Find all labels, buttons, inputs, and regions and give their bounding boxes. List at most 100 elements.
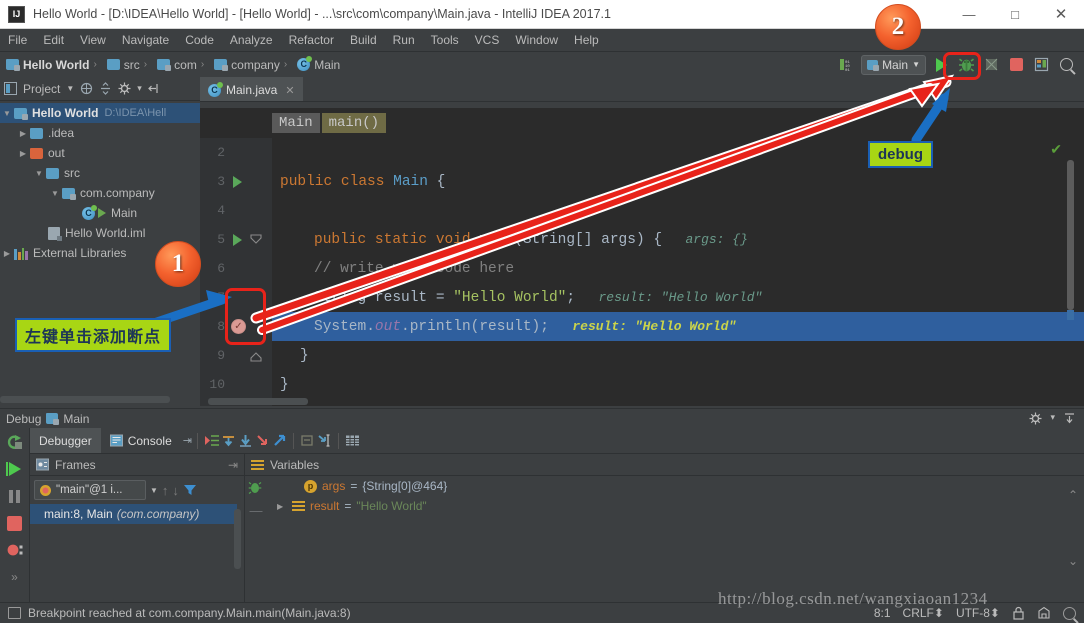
code-line[interactable]: } bbox=[272, 341, 1084, 370]
close-icon[interactable]: ✕ bbox=[285, 84, 294, 97]
menu-item-edit[interactable]: Edit bbox=[35, 31, 72, 49]
menu-item-tools[interactable]: Tools bbox=[423, 31, 467, 49]
editor-vertical-scrollbar[interactable] bbox=[1067, 160, 1074, 310]
run-configuration-selector[interactable]: Main ▼ bbox=[861, 54, 926, 75]
project-tree[interactable]: ▼ Hello World D:\IDEA\Hell ▶ .idea ▶ out… bbox=[0, 101, 200, 401]
tree-collapse-arrow[interactable]: ▼ bbox=[32, 169, 46, 178]
pause-program-button[interactable] bbox=[5, 486, 25, 506]
editor-tab-main-java[interactable]: C Main.java ✕ bbox=[200, 77, 303, 101]
gutter-line[interactable]: 9 bbox=[200, 341, 272, 370]
move-up-icon[interactable]: ↑ bbox=[162, 483, 169, 498]
resume-program-button[interactable] bbox=[5, 459, 25, 479]
breakpoint-icon[interactable]: ✓ bbox=[231, 319, 246, 334]
run-with-coverage-button[interactable] bbox=[981, 55, 1001, 75]
menu-item-help[interactable]: Help bbox=[566, 31, 607, 49]
code-editor[interactable]: 2 3 4 5 6 7 8 ✓ 9 10 11 bbox=[200, 138, 1084, 406]
gutter-line[interactable]: 3 bbox=[200, 167, 272, 196]
tree-expand-arrow[interactable]: ▶ bbox=[16, 129, 30, 138]
variable-row[interactable]: ▶ result = "Hello World" bbox=[267, 496, 1084, 516]
scroll-down-icon[interactable]: ⌄ bbox=[1068, 554, 1078, 568]
step-over-button[interactable] bbox=[220, 433, 237, 448]
gutter-line[interactable]: 5 bbox=[200, 225, 272, 254]
gutter-line[interactable]: 2 bbox=[200, 138, 272, 167]
show-execution-point-button[interactable] bbox=[203, 433, 220, 448]
tree-expand-arrow[interactable]: ▶ bbox=[0, 249, 14, 258]
frame-list-item[interactable]: main:8, Main (com.company) bbox=[30, 504, 237, 524]
breadcrumb-item-src[interactable]: src bbox=[106, 58, 140, 72]
hector-icon[interactable] bbox=[1037, 606, 1051, 620]
step-out-button[interactable] bbox=[271, 433, 288, 448]
hide-panel-icon[interactable] bbox=[1063, 412, 1076, 425]
code-line[interactable]: public static void main (String[] args) … bbox=[272, 225, 1084, 254]
run-to-cursor-button[interactable] bbox=[316, 433, 333, 448]
gutter-line-breakpoint[interactable]: 8 ✓ bbox=[200, 312, 272, 341]
settings-layout-button[interactable] bbox=[1031, 55, 1051, 75]
scroll-up-icon[interactable]: ⌃ bbox=[1068, 488, 1078, 502]
editor-breadcrumb-method[interactable]: main() bbox=[321, 113, 387, 133]
menu-item-refactor[interactable]: Refactor bbox=[281, 31, 342, 49]
tree-expand-arrow[interactable]: ▼ bbox=[0, 109, 14, 118]
binary-toggle-icon[interactable]: 01 10 01 bbox=[836, 55, 856, 75]
run-gutter-icon[interactable] bbox=[233, 175, 242, 188]
code-line[interactable]: String result = "Hello World" ; result: … bbox=[272, 283, 1084, 312]
menu-item-code[interactable]: Code bbox=[177, 31, 222, 49]
menu-item-view[interactable]: View bbox=[72, 31, 114, 49]
gear-caret-icon[interactable]: ▾ bbox=[1050, 412, 1055, 425]
code-line[interactable]: } bbox=[272, 370, 1084, 399]
evaluate-expression-button[interactable] bbox=[344, 433, 361, 448]
view-breakpoints-button[interactable] bbox=[5, 540, 25, 560]
variable-expand-arrow[interactable]: ▶ bbox=[277, 502, 287, 511]
gutter-line[interactable]: 10 bbox=[200, 370, 272, 399]
menu-item-build[interactable]: Build bbox=[342, 31, 385, 49]
step-into-button[interactable] bbox=[237, 433, 254, 448]
lock-icon[interactable] bbox=[1012, 606, 1025, 620]
gear-icon[interactable] bbox=[1029, 412, 1042, 425]
search-icon[interactable] bbox=[1063, 606, 1076, 620]
rerun-button[interactable] bbox=[5, 432, 25, 452]
code-line[interactable]: public class Main { bbox=[272, 167, 1084, 196]
stop-button[interactable] bbox=[5, 513, 25, 533]
breadcrumb-item-company[interactable]: company bbox=[214, 58, 280, 72]
collapse-target-icon[interactable] bbox=[80, 82, 93, 95]
thread-selector[interactable]: "main"@1 i... bbox=[34, 480, 146, 500]
filter-icon[interactable] bbox=[183, 483, 197, 497]
breadcrumb-item-project[interactable]: Hello World bbox=[6, 58, 89, 72]
project-horizontal-scrollbar[interactable] bbox=[0, 396, 170, 403]
fold-region-icon[interactable] bbox=[250, 233, 262, 246]
tree-row[interactable]: ▶ External Libraries bbox=[0, 243, 200, 263]
tree-row[interactable]: ▶ .idea bbox=[0, 123, 200, 143]
run-button[interactable] bbox=[931, 55, 951, 75]
close-button[interactable]: ✕ bbox=[1038, 0, 1084, 29]
tree-row[interactable]: Hello World.iml bbox=[0, 223, 200, 243]
tree-row[interactable]: ▼ src bbox=[0, 163, 200, 183]
menu-item-analyze[interactable]: Analyze bbox=[222, 31, 281, 49]
collapse-all-icon[interactable] bbox=[99, 82, 112, 95]
pin-tab-icon[interactable]: ⇥ bbox=[183, 434, 192, 447]
code-line[interactable]: // write your code here bbox=[272, 254, 1084, 283]
gutter-line[interactable]: 7 bbox=[200, 283, 272, 312]
editor-breadcrumb-class[interactable]: Main bbox=[272, 113, 320, 133]
variable-row[interactable]: p args = {String[0]@464} bbox=[267, 476, 1084, 496]
drop-frame-button[interactable] bbox=[299, 433, 316, 448]
gutter-line[interactable]: 6 bbox=[200, 254, 272, 283]
run-gutter-icon[interactable] bbox=[233, 233, 242, 246]
menu-item-vcs[interactable]: VCS bbox=[467, 31, 508, 49]
gear-icon[interactable] bbox=[118, 82, 131, 95]
tab-debugger[interactable]: Debugger bbox=[30, 428, 101, 453]
tree-row[interactable]: C Main bbox=[0, 203, 200, 223]
menu-item-window[interactable]: Window bbox=[507, 31, 566, 49]
breadcrumb-item-com[interactable]: com bbox=[157, 58, 197, 72]
tab-console[interactable]: Console bbox=[101, 428, 181, 453]
hide-panel-icon[interactable] bbox=[147, 82, 161, 95]
project-panel-caret[interactable]: ▼ bbox=[66, 84, 74, 93]
code-area[interactable]: public class Main { public static void m… bbox=[272, 138, 1084, 406]
debug-button[interactable] bbox=[956, 55, 976, 75]
frames-pin-icon[interactable]: ⇥ bbox=[228, 458, 244, 472]
breadcrumb-item-main[interactable]: C Main bbox=[297, 56, 340, 72]
search-everywhere-button[interactable] bbox=[1056, 55, 1076, 75]
chevron-down-icon[interactable]: ▼ bbox=[150, 486, 158, 495]
collapse-icon[interactable]: — bbox=[250, 503, 263, 518]
editor-horizontal-scrollbar[interactable] bbox=[208, 398, 308, 405]
maximize-button[interactable]: □ bbox=[992, 0, 1038, 29]
tree-row[interactable]: ▼ Hello World D:\IDEA\Hell bbox=[0, 103, 200, 123]
